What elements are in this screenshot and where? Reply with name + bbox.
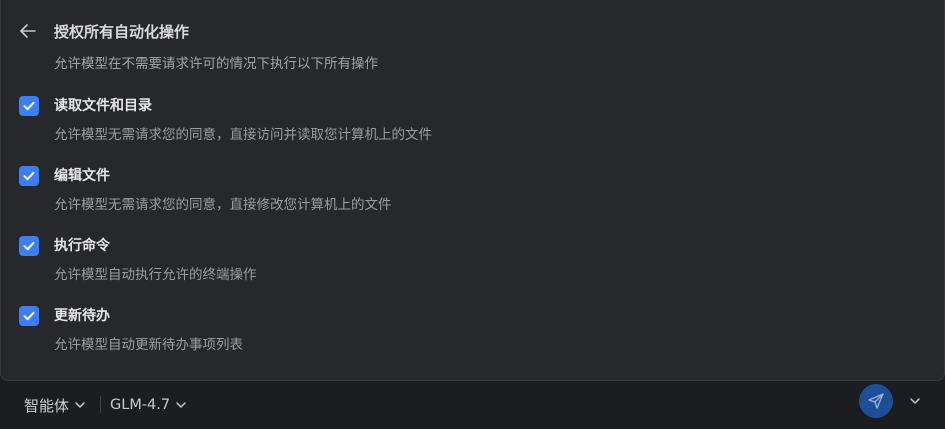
footer-divider — [100, 396, 101, 413]
agent-mode-label: 智能体 — [24, 396, 70, 415]
permission-description: 允许模型无需请求您的同意，直接修改您计算机上的文件 — [54, 197, 392, 213]
permission-title: 编辑文件 — [54, 168, 110, 184]
permission-read-files: 读取文件和目录 允许模型无需请求您的同意，直接访问并读取您计算机上的文件 — [19, 96, 919, 156]
update-todos-checkbox[interactable] — [19, 306, 39, 326]
chevron-down-icon — [75, 402, 85, 408]
model-select[interactable]: GLM-4.7 — [110, 393, 188, 417]
chevron-down-icon — [176, 402, 186, 408]
composer-footer: 智能体 GLM-4.7 — [0, 381, 945, 429]
edit-files-checkbox[interactable] — [19, 166, 39, 186]
permission-title: 执行命令 — [54, 238, 110, 254]
check-icon — [23, 101, 35, 111]
permissions-panel: 授权所有自动化操作 允许模型在不需要请求许可的情况下执行以下所有操作 读取文件和… — [0, 0, 945, 381]
arrow-left-icon[interactable] — [18, 21, 38, 41]
check-icon — [23, 171, 35, 181]
check-icon — [23, 311, 35, 321]
page-title: 授权所有自动化操作 — [54, 23, 190, 41]
send-options-button[interactable] — [905, 391, 925, 411]
page-description: 允许模型在不需要请求许可的情况下执行以下所有操作 — [54, 56, 378, 72]
permission-title: 读取文件和目录 — [54, 98, 152, 114]
paper-plane-icon — [868, 393, 884, 409]
panel-header: 授权所有自动化操作 — [18, 20, 189, 42]
permission-run-commands: 执行命令 允许模型自动执行允许的终端操作 — [19, 236, 919, 296]
agent-mode-select[interactable]: 智能体 — [24, 393, 87, 417]
permission-description: 允许模型无需请求您的同意，直接访问并读取您计算机上的文件 — [54, 127, 432, 143]
permission-title: 更新待办 — [54, 308, 110, 324]
send-button[interactable] — [859, 384, 893, 418]
permission-description: 允许模型自动执行允许的终端操作 — [54, 267, 257, 283]
permission-description: 允许模型自动更新待办事项列表 — [54, 337, 243, 353]
permission-edit-files: 编辑文件 允许模型无需请求您的同意，直接修改您计算机上的文件 — [19, 166, 919, 226]
chevron-down-icon — [910, 398, 920, 404]
model-label: GLM-4.7 — [110, 397, 171, 413]
check-icon — [23, 241, 35, 251]
read-files-checkbox[interactable] — [19, 96, 39, 116]
permission-update-todos: 更新待办 允许模型自动更新待办事项列表 — [19, 306, 919, 366]
run-commands-checkbox[interactable] — [19, 236, 39, 256]
